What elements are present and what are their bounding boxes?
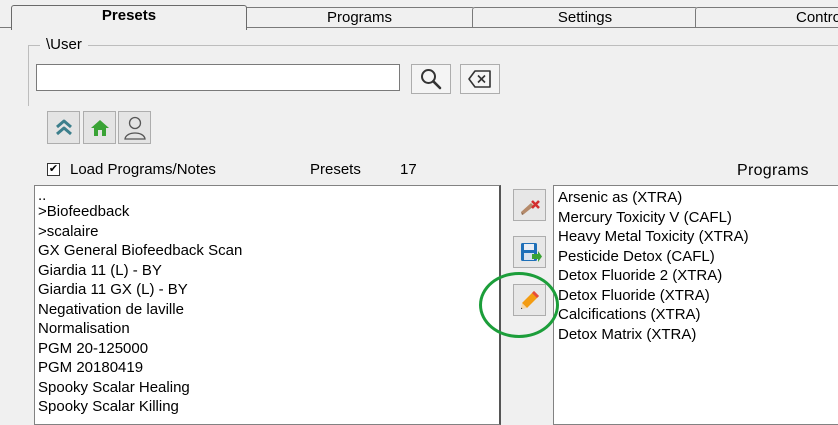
list-item[interactable]: Spooky Scalar Healing (38, 378, 499, 398)
path-label: \User (40, 36, 88, 53)
tab-programs[interactable]: Programs (244, 7, 475, 28)
list-item[interactable]: Detox Matrix (XTRA) (558, 325, 838, 345)
tab-controls[interactable]: Contro (695, 7, 838, 27)
list-item[interactable]: Negativation de laville (38, 300, 499, 320)
clear-search-button[interactable] (460, 64, 500, 94)
list-item[interactable]: Giardia 11 GX (L) - BY (38, 280, 499, 300)
up-folder-button[interactable] (47, 111, 80, 144)
load-programs-notes-label: Load Programs/Notes (70, 161, 216, 178)
list-item[interactable]: Normalisation (38, 319, 499, 339)
delete-preset-icon (520, 200, 540, 215)
list-item[interactable]: Detox Fluoride 2 (XTRA) (558, 266, 838, 286)
list-item[interactable]: Giardia 11 (L) - BY (38, 261, 499, 281)
search-icon (421, 69, 442, 90)
presets-count-value: 17 (400, 161, 417, 178)
checkmark-icon: ✔ (48, 163, 59, 175)
search-button[interactable] (411, 64, 451, 94)
list-item[interactable]: GX General Biofeedback Scan (38, 241, 499, 261)
presets-count-label: Presets (310, 161, 361, 178)
delete-preset-button[interactable] (513, 189, 546, 221)
home-button[interactable] (83, 111, 116, 144)
list-item[interactable]: >Biofeedback (38, 202, 499, 222)
load-programs-notes-checkbox[interactable]: ✔ (47, 163, 60, 176)
save-preset-button[interactable] (513, 236, 546, 268)
list-item[interactable]: Mercury Toxicity V (CAFL) (558, 208, 838, 228)
presets-list[interactable]: .. >Biofeedback >scalaire GX General Bio… (34, 185, 501, 425)
save-preset-icon (520, 243, 542, 262)
tab-settings[interactable]: Settings (472, 7, 698, 28)
list-item[interactable]: Spooky Scalar Killing (38, 397, 499, 417)
home-icon (90, 119, 109, 136)
edit-preset-button[interactable] (513, 284, 546, 316)
list-item[interactable]: PGM 20-125000 (38, 339, 499, 359)
edit-preset-icon (520, 291, 539, 309)
list-item[interactable]: Calcifications (XTRA) (558, 305, 838, 325)
list-item[interactable]: PGM 20180419 (38, 358, 499, 378)
list-item[interactable]: Detox Fluoride (XTRA) (558, 286, 838, 306)
list-item[interactable]: Heavy Metal Toxicity (XTRA) (558, 227, 838, 247)
tab-bar: Programs Settings Contro Presets (0, 0, 838, 30)
programs-list-label: Programs (737, 162, 809, 179)
list-item[interactable]: Pesticide Detox (CAFL) (558, 247, 838, 267)
backspace-icon (468, 70, 491, 88)
search-input[interactable] (36, 64, 400, 91)
list-item[interactable]: .. (38, 188, 499, 203)
list-item[interactable]: >scalaire (38, 222, 499, 242)
list-item[interactable]: Arsenic as (XTRA) (558, 188, 838, 208)
double-chevron-up-icon (55, 119, 72, 135)
programs-list[interactable]: Arsenic as (XTRA) Mercury Toxicity V (CA… (553, 185, 838, 425)
load-programs-notes-option[interactable]: ✔ Load Programs/Notes (47, 161, 216, 178)
user-button[interactable] (118, 111, 151, 144)
user-icon (123, 116, 146, 140)
